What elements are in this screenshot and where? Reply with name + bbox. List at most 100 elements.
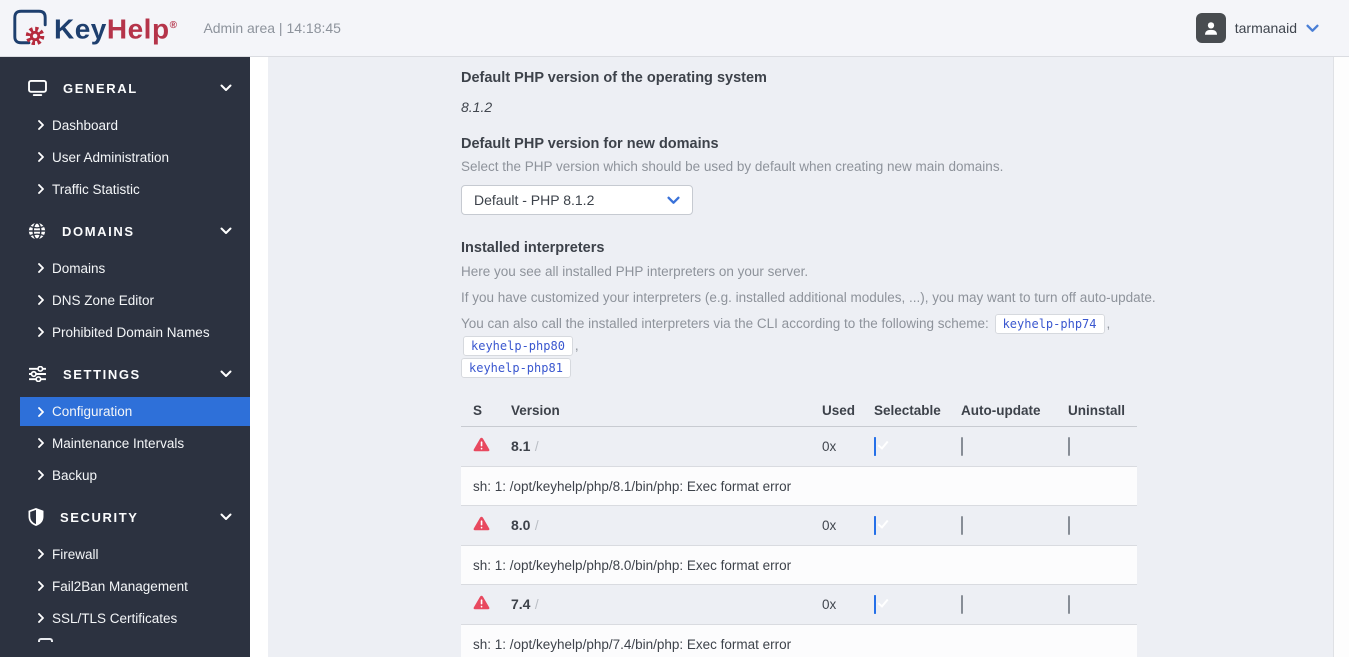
sliders-icon [29, 366, 46, 382]
warning-icon [473, 437, 511, 457]
chevron-right-icon [38, 613, 44, 623]
interpreters-line1: Here you see all installed PHP interpret… [461, 264, 809, 279]
next-section-icon-partial [38, 638, 53, 642]
sidebar-item-ssl-tls-certificates[interactable]: SSL/TLS Certificates [20, 602, 250, 634]
table-row: 8.0 / 0x [461, 506, 1137, 545]
row-version-suffix: / [534, 517, 539, 533]
user-avatar [1195, 13, 1226, 43]
sidebar-item-dns-zone-editor[interactable]: DNS Zone Editor [20, 284, 250, 316]
auto-update-checkbox[interactable] [961, 515, 963, 535]
default-php-description: Select the PHP version which should be u… [461, 159, 1004, 174]
cli-badge-php74: keyhelp-php74 [994, 314, 1105, 334]
sidebar-item-configuration[interactable]: Configuration [20, 397, 250, 426]
interpreter-error-row: sh: 1: /opt/keyhelp/php/8.1/bin/php: Exe… [461, 466, 1137, 506]
sidebar-item-maintenance-intervals[interactable]: Maintenance Intervals [20, 427, 250, 459]
interpreters-line2: If you have customized your interpreters… [461, 290, 1156, 305]
selectable-checkbox[interactable] [874, 436, 876, 456]
sidebar-section-security[interactable]: SECURITY [0, 496, 250, 538]
chevron-right-icon [38, 581, 44, 591]
interpreters-line3: You can also call the installed interpre… [461, 313, 1137, 379]
sidebar-item-traffic-statistic[interactable]: Traffic Statistic [20, 173, 250, 205]
row-error: sh: 1: /opt/keyhelp/php/7.4/bin/php: Exe… [473, 636, 792, 652]
row-error: sh: 1: /opt/keyhelp/php/8.0/bin/php: Exe… [473, 557, 792, 573]
sidebar-section-general[interactable]: GENERAL [0, 67, 250, 109]
interpreters-table: S Version Used Selectable Auto-update Un… [461, 394, 1137, 657]
sidebar-item-dashboard[interactable]: Dashboard [20, 109, 250, 141]
selectable-checkbox[interactable] [874, 594, 876, 614]
col-uninstall: Uninstall [1068, 402, 1126, 418]
version-cell: 7.4 / [511, 596, 822, 614]
top-bar: KeyHelp® Admin area | 14:18:45 tarmanaid [0, 0, 1349, 57]
version-cell: 8.1 / [511, 438, 822, 456]
interpreter-error-row: sh: 1: /opt/keyhelp/php/8.0/bin/php: Exe… [461, 545, 1137, 585]
os-php-version-heading: Default PHP version of the operating sys… [461, 70, 767, 86]
username: tarmanaid [1234, 20, 1297, 36]
shield-icon [28, 508, 44, 526]
php-version-select-value: Default - PHP 8.1.2 [474, 192, 595, 208]
auto-update-checkbox[interactable] [961, 436, 963, 456]
table-header-row: S Version Used Selectable Auto-update Un… [461, 394, 1137, 427]
keyhelp-logo-text: KeyHelp® [54, 13, 178, 45]
uninstall-checkbox[interactable] [1068, 515, 1070, 535]
chevron-down-icon [1306, 24, 1319, 32]
warning-icon [473, 516, 511, 536]
gear-icon [25, 27, 45, 46]
row-error: sh: 1: /opt/keyhelp/php/8.1/bin/php: Exe… [473, 478, 792, 494]
person-icon [1204, 22, 1217, 35]
layout-gap [250, 57, 268, 657]
row-version-suffix: / [534, 596, 539, 612]
chevron-down-icon [220, 84, 232, 91]
chevron-right-icon [38, 406, 44, 417]
auto-update-checkbox[interactable] [961, 594, 963, 614]
cli-badge-php81: keyhelp-php81 [461, 358, 571, 378]
keyhelp-logo[interactable]: KeyHelp® [12, 6, 177, 49]
vertical-scrollbar[interactable] [1333, 57, 1349, 657]
chevron-right-icon [38, 263, 44, 273]
configuration-panel: Default PHP version of the operating sys… [268, 57, 1333, 657]
keyhelp-logo-icon [12, 9, 48, 46]
admin-area-clock: Admin area | 14:18:45 [203, 20, 341, 36]
chevron-right-icon [38, 184, 44, 194]
col-selectable: Selectable [874, 402, 941, 418]
sidebar-item-domains[interactable]: Domains [20, 252, 250, 284]
monitor-icon [28, 80, 47, 96]
php-version-select[interactable]: Default - PHP 8.1.2 [461, 185, 693, 215]
sidebar-item-user-administration[interactable]: User Administration [20, 141, 250, 173]
chevron-right-icon [38, 327, 44, 337]
col-version: Version [511, 402, 560, 418]
chevron-right-icon [38, 438, 44, 448]
table-row: 8.1 / 0x [461, 427, 1137, 466]
user-menu[interactable]: tarmanaid [1195, 13, 1319, 43]
keyhelp-admin-page: KeyHelp® Admin area | 14:18:45 tarmanaid… [0, 0, 1349, 657]
uninstall-checkbox[interactable] [1068, 594, 1070, 614]
row-used: 0x [822, 518, 837, 533]
chevron-down-icon [220, 370, 232, 377]
row-version: 8.1 [511, 437, 531, 454]
sidebar-section-settings[interactable]: SETTINGS [0, 353, 250, 395]
chevron-down-icon [220, 513, 232, 520]
version-cell: 8.0 / [511, 517, 822, 535]
chevron-right-icon [38, 295, 44, 305]
col-auto-update: Auto-update [961, 402, 1041, 418]
table-body: 8.1 / 0x sh: 1: /opt/keyhelp/php/8.1/bin… [461, 427, 1137, 657]
sidebar-item-fail2ban-management[interactable]: Fail2Ban Management [20, 570, 250, 602]
uninstall-checkbox[interactable] [1068, 436, 1070, 456]
chevron-right-icon [38, 152, 44, 162]
installed-interpreters-heading: Installed interpreters [461, 240, 605, 256]
selectable-checkbox[interactable] [874, 515, 876, 535]
interpreter-error-row: sh: 1: /opt/keyhelp/php/7.4/bin/php: Exe… [461, 624, 1137, 657]
sidebar-item-backup[interactable]: Backup [20, 459, 250, 491]
chevron-down-icon [220, 227, 232, 234]
row-version: 7.4 [511, 595, 531, 612]
sidebar-item-prohibited-domain-names[interactable]: Prohibited Domain Names [20, 316, 250, 348]
row-used: 0x [822, 597, 837, 612]
row-used: 0x [822, 439, 837, 454]
warning-icon [473, 595, 511, 615]
table-row: 7.4 / 0x [461, 585, 1137, 624]
globe-icon [28, 222, 46, 240]
chevron-right-icon [38, 549, 44, 559]
sidebar-item-firewall[interactable]: Firewall [20, 538, 250, 570]
chevron-right-icon [38, 470, 44, 480]
sidebar-section-domains[interactable]: DOMAINS [0, 210, 250, 252]
os-php-version-value: 8.1.2 [461, 99, 493, 115]
